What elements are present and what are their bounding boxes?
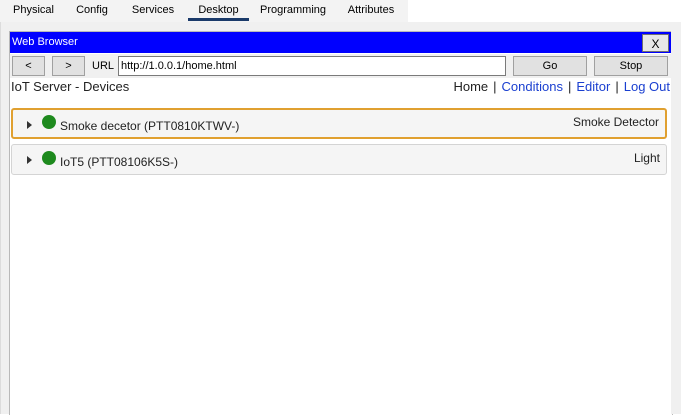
right-margin [671,31,681,414]
browser-title: Web Browser [12,36,78,48]
nav-conditions-link[interactable]: Conditions [502,79,563,94]
tab-services[interactable]: Services [124,0,182,20]
nav-separator: | [493,79,497,94]
device-name: Smoke decetor (PTT0810KTWV-) [60,119,240,133]
web-browser-window: Web Browser X < > URL http://1.0.0.1/hom… [9,31,673,415]
url-label: URL [92,60,115,72]
device-type: Smoke Detector [572,115,659,129]
stop-button[interactable]: Stop [594,56,668,76]
tab-programming[interactable]: Programming [256,0,330,20]
page-title: IoT Server - Devices [11,79,130,94]
top-nav: Home | Conditions | Editor | Log Out [453,79,670,94]
tab-desktop[interactable]: Desktop [188,0,249,21]
nav-editor-link[interactable]: Editor [576,79,610,94]
page-content: IoT Server - Devices Home | Conditions | Edi… [10,79,672,415]
browser-title-bar: Web Browser X [10,32,672,53]
device-row-smoke-detector[interactable]: Smoke decetor (PTT0810KTWV-) Smoke Detec… [11,108,667,139]
expand-caret-icon[interactable] [27,121,32,129]
tab-config[interactable]: Config [68,0,116,20]
nav-home-link[interactable]: Home [453,79,488,94]
browser-nav-row: < > URL http://1.0.0.1/home.html Go Stop [10,54,672,78]
tab-physical[interactable]: Physical [6,0,61,20]
device-row-light[interactable]: IoT5 (PTT08106K5S-) Light [11,144,667,175]
expand-caret-icon[interactable] [27,156,32,164]
status-dot-icon [42,151,56,165]
nav-separator: | [567,79,572,94]
tab-attributes[interactable]: Attributes [340,0,402,20]
url-input[interactable]: http://1.0.0.1/home.html [118,56,506,76]
nav-logout-link[interactable]: Log Out [624,79,670,94]
status-dot-icon [42,115,56,129]
tab-bar: Physical Config Services Desktop Program… [0,0,681,23]
go-button[interactable]: Go [513,56,587,76]
forward-button[interactable]: > [52,56,85,76]
device-name: IoT5 (PTT08106K5S-) [60,155,179,169]
device-type: Light [633,151,660,165]
close-button[interactable]: X [642,34,669,52]
back-button[interactable]: < [12,56,45,76]
nav-separator: | [615,79,619,94]
